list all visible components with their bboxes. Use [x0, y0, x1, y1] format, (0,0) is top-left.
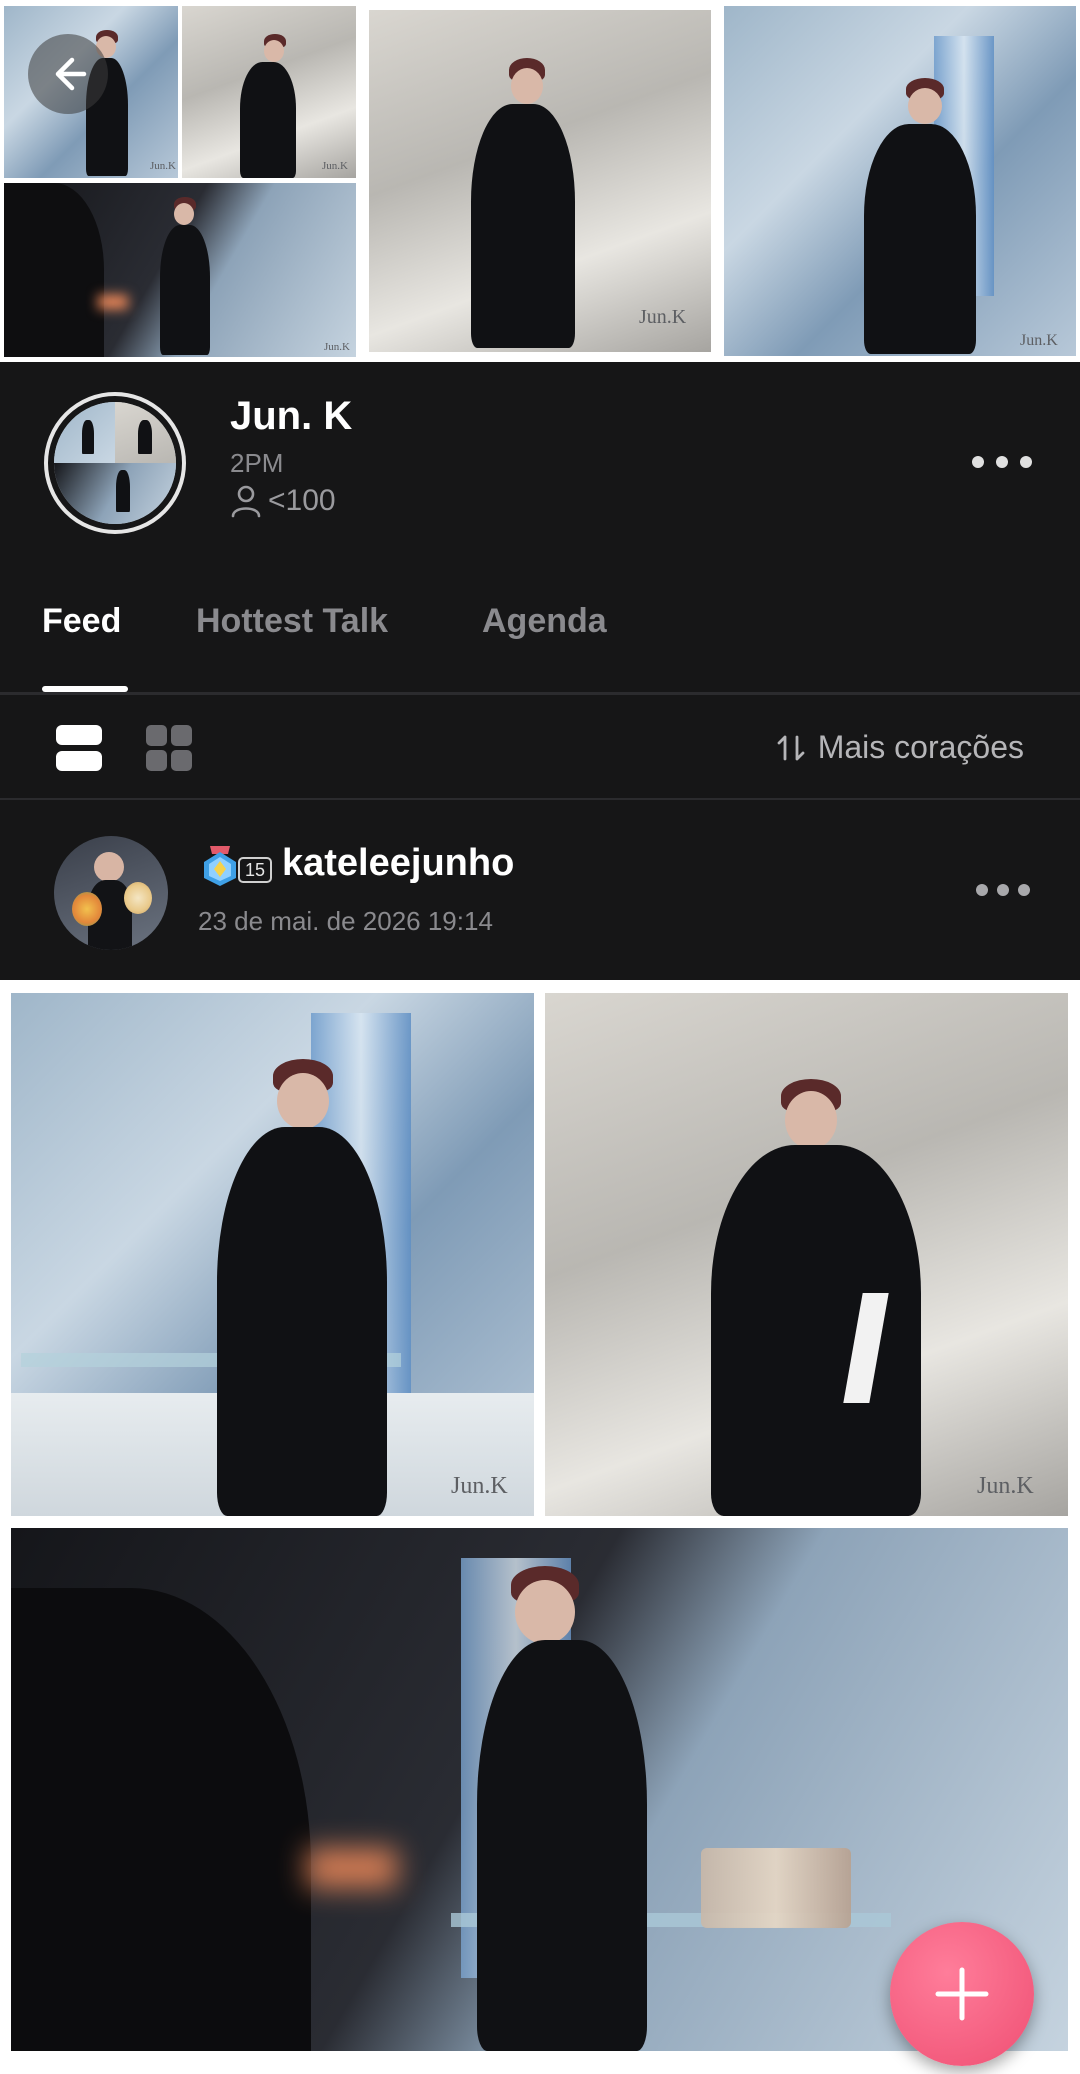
watermark: Jun.K: [451, 1473, 508, 1499]
community-more-button[interactable]: [972, 452, 1032, 472]
back-button[interactable]: [28, 34, 108, 114]
community-profile: Jun. K 2PM <100 Feed Hottest Talk Agenda: [0, 362, 1080, 692]
post-more-button[interactable]: [976, 882, 1030, 898]
watermark: Jun.K: [639, 306, 687, 328]
plus-icon: [935, 1967, 989, 2021]
list-view-icon[interactable]: [54, 723, 104, 773]
more-horizontal-icon: [976, 884, 988, 896]
tab-feed[interactable]: Feed: [42, 602, 121, 641]
tab-bar: Feed Hottest Talk Agenda: [0, 562, 1080, 692]
cover-photo-5: Jun.K: [724, 6, 1076, 356]
create-post-button[interactable]: [890, 1922, 1034, 2066]
sort-dropdown[interactable]: Mais corações: [776, 729, 1024, 766]
tab-agenda[interactable]: Agenda: [482, 602, 607, 641]
watermark: Jun.K: [324, 341, 350, 353]
sort-arrows-icon: [777, 735, 805, 760]
cover-photo-4: Jun.K: [369, 10, 711, 352]
community-avatar[interactable]: [44, 392, 186, 534]
person-icon: [231, 485, 261, 518]
feed-toolbar: Mais corações: [0, 695, 1080, 800]
member-count-value: <100: [268, 484, 336, 517]
community-cover-collage: Jun.K Jun.K Jun.K Jun.K Jun.K: [0, 0, 1080, 362]
sort-label: Mais corações: [817, 729, 1024, 765]
post-image-gallery: Jun.K Jun.K: [0, 980, 1080, 2074]
post-username[interactable]: kateleejunho: [282, 842, 514, 885]
level-badge-icon: [204, 846, 236, 886]
arrow-left-icon: [55, 57, 87, 91]
user-avatar[interactable]: [54, 836, 168, 950]
post-image-2[interactable]: Jun.K: [545, 993, 1068, 1516]
more-horizontal-icon: [972, 456, 984, 468]
member-count: <100: [230, 484, 336, 518]
level-badge: 15: [238, 857, 273, 883]
post-timestamp: 23 de mai. de 2026 19:14: [198, 906, 493, 936]
post-image-1[interactable]: Jun.K: [11, 993, 534, 1516]
community-name: Jun. K: [230, 394, 353, 438]
cover-photo-2: Jun.K: [182, 6, 356, 178]
grid-view-icon[interactable]: [144, 723, 194, 773]
community-group: 2PM: [230, 448, 284, 478]
watermark: Jun.K: [322, 160, 348, 172]
cover-photo-3: Jun.K: [4, 183, 356, 357]
tab-hottest-talk[interactable]: Hottest Talk: [196, 602, 388, 641]
watermark: Jun.K: [1020, 332, 1058, 349]
post-header: 15 kateleejunho 23 de mai. de 2026 19:14: [0, 800, 1080, 980]
watermark: Jun.K: [977, 1473, 1034, 1499]
watermark: Jun.K: [150, 160, 176, 172]
